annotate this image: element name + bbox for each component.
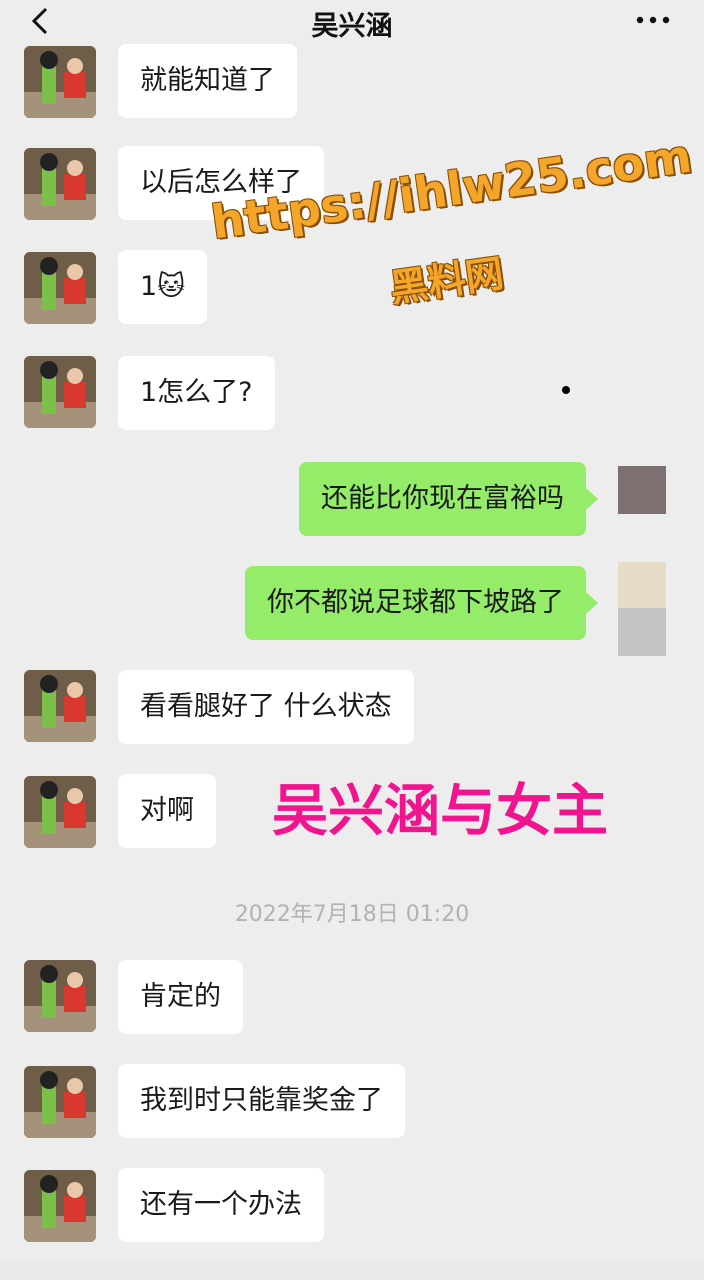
more-dots-icon[interactable]	[636, 16, 670, 24]
message-bubble[interactable]: 1怎么了?	[118, 356, 275, 430]
message-bubble[interactable]: 对啊	[118, 774, 216, 848]
message-bubble[interactable]: 还有一个办法	[118, 1168, 324, 1242]
bottom-edge	[0, 1262, 704, 1280]
avatar[interactable]	[24, 1066, 96, 1138]
avatar[interactable]	[24, 356, 96, 428]
avatar[interactable]	[24, 776, 96, 848]
chat-title: 吴兴涵	[311, 11, 393, 42]
message-bubble[interactable]: 1🐱	[118, 250, 208, 324]
overlay-caption: 吴兴涵与女主	[272, 779, 608, 844]
avatar[interactable]	[24, 46, 96, 118]
message-bubble-self[interactable]: 还能比你现在富裕吗	[299, 462, 598, 536]
chat-header: 吴兴涵	[0, 0, 704, 52]
self-avatar[interactable]	[618, 562, 666, 656]
timestamp: 2022年7月18日 01:20	[234, 902, 470, 927]
dot-mark	[562, 386, 570, 394]
avatar[interactable]	[24, 670, 96, 742]
message-bubble[interactable]: 就能知道了	[118, 44, 297, 118]
avatar[interactable]	[24, 252, 96, 324]
message-bubble-self[interactable]: 你不都说足球都下坡路了	[245, 566, 598, 640]
message-bubble[interactable]: 肯定的	[118, 960, 243, 1034]
avatar[interactable]	[24, 1170, 96, 1242]
self-avatar[interactable]	[618, 466, 666, 514]
watermark-name: 黑料网	[387, 251, 507, 311]
message-bubble[interactable]: 我到时只能靠奖金了	[118, 1064, 405, 1138]
avatar[interactable]	[24, 148, 96, 220]
message-bubble[interactable]: 看看腿好了 什么状态	[118, 670, 414, 744]
avatar[interactable]	[24, 960, 96, 1032]
